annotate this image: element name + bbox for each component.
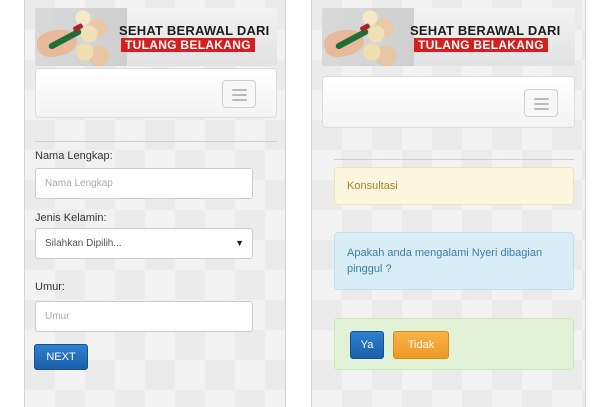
menu-toggle-button[interactable] (222, 80, 256, 108)
banner-title: SEHAT BERAWAL DARI (119, 23, 270, 38)
hamburger-menu-icon-bar (534, 108, 549, 110)
navbar (35, 68, 277, 118)
age-input[interactable] (35, 301, 253, 332)
banner-subtitle: TULANG BELAKANG (121, 38, 255, 52)
name-label: Nama Lengkap: (35, 150, 113, 162)
banner-subtitle: TULANG BELAKANG (414, 38, 548, 52)
hamburger-menu-icon-bar (232, 99, 247, 101)
spine-illustration (322, 8, 414, 66)
consult-screen: SEHAT BERAWAL DARI TULANG BELAKANG Konsu… (311, 0, 586, 407)
no-button[interactable]: Tidak (393, 331, 449, 359)
form-screen: SEHAT BERAWAL DARI TULANG BELAKANG Nama … (24, 0, 286, 407)
hamburger-menu-icon (534, 98, 549, 100)
menu-toggle-button[interactable] (524, 89, 558, 117)
next-button[interactable]: NEXT (34, 344, 88, 370)
section-divider (334, 159, 574, 160)
hamburger-menu-icon (232, 89, 247, 91)
question-text: Apakah anda mengalami Nyeri dibagian pin… (347, 247, 543, 275)
question-panel: Apakah anda mengalami Nyeri dibagian pin… (334, 232, 574, 290)
section-divider (35, 141, 277, 142)
hamburger-menu-icon-bar (534, 103, 549, 105)
answer-panel: Ya Tidak (334, 318, 574, 370)
gender-select[interactable]: Silahkan Dipilih... ▼ (35, 228, 253, 259)
header-banner: SEHAT BERAWAL DARI TULANG BELAKANG (35, 8, 277, 66)
caret-down-icon: ▼ (235, 238, 244, 248)
name-input[interactable] (35, 168, 253, 199)
gender-select-value: Silahkan Dipilih... (45, 238, 122, 249)
navbar (322, 76, 575, 128)
hamburger-menu-icon-bar (232, 94, 247, 96)
spine-illustration (35, 8, 127, 66)
header-banner: SEHAT BERAWAL DARI TULANG BELAKANG (322, 8, 575, 66)
age-label: Umur: (35, 281, 65, 293)
consultation-heading: Konsultasi (334, 167, 574, 205)
gender-label: Jenis Kelamin: (35, 212, 107, 224)
banner-title: SEHAT BERAWAL DARI (410, 23, 561, 38)
yes-button[interactable]: Ya (350, 331, 384, 359)
